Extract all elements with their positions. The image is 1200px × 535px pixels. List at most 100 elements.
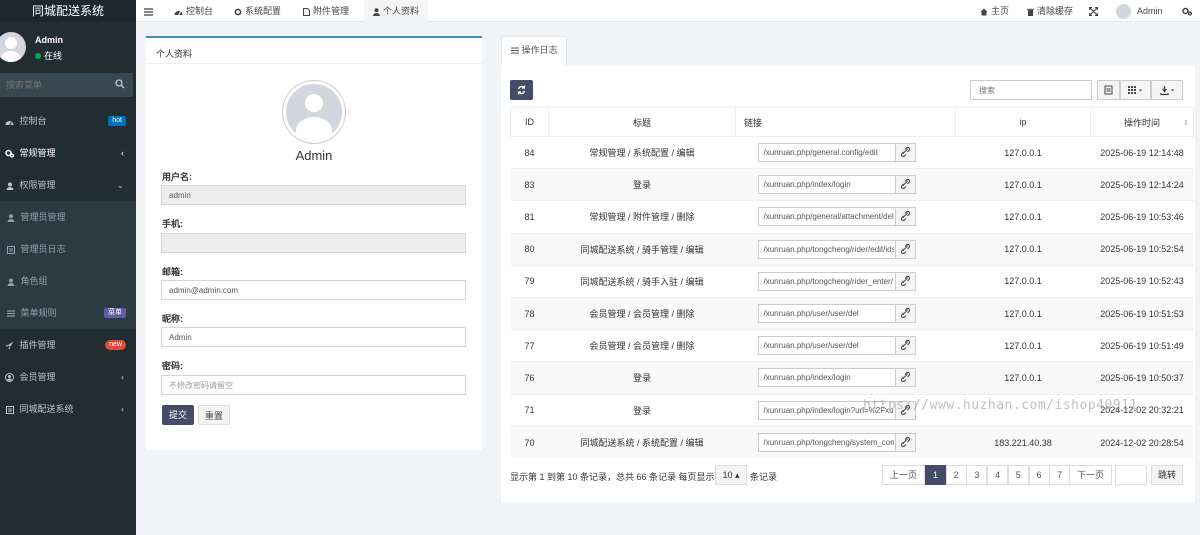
profile-avatar[interactable] (283, 81, 345, 143)
table-row[interactable]: 84 常规管理 / 系统配置 / 编辑/xunruan.php/general.c… (510, 135, 1194, 169)
next-page-button[interactable]: 下一页 (1069, 465, 1112, 485)
open-link-button[interactable] (894, 175, 916, 195)
page-2-button[interactable]: 2 (945, 465, 967, 485)
page-3-button[interactable]: 3 (966, 465, 988, 485)
username-field[interactable] (161, 185, 466, 205)
page-6-button[interactable]: 6 (1028, 465, 1050, 485)
table-row[interactable]: 77 会员管理 / 会员管理 / 删除/xunruan.php/user/user… (510, 329, 1194, 362)
page-1-button[interactable]: 1 (925, 465, 946, 485)
user-menu[interactable]: Admin (1116, 0, 1163, 22)
table-row[interactable]: 76 登录/xunruan.php/index/login 127.0.0.1 202… (510, 361, 1194, 394)
prev-page-button[interactable]: 上一页 (882, 465, 925, 485)
column-header-url[interactable]: 链接 (735, 107, 956, 137)
sidebar-item-auth[interactable]: 权限管理 ⌄ (0, 169, 136, 201)
tab-system-config[interactable]: 系统配置 (234, 0, 281, 22)
column-header-ip[interactable]: ip (955, 107, 1091, 137)
app-logo-title[interactable]: 同城配送系统 (0, 0, 136, 22)
settings-button[interactable] (1182, 0, 1192, 22)
sidebar-item-rule[interactable]: 菜单规则 菜单 (0, 297, 136, 329)
sidebar-toggle-button[interactable] (144, 0, 160, 22)
columns-button[interactable] (1120, 80, 1151, 100)
export-button[interactable] (1151, 80, 1183, 100)
user-icon (5, 201, 16, 233)
sort-icon[interactable]: ⇕ (1183, 119, 1189, 127)
page-4-button[interactable]: 4 (987, 465, 1009, 485)
open-link-button[interactable] (894, 336, 916, 356)
open-link-button[interactable] (894, 143, 916, 163)
table-row[interactable]: 78 会员管理 / 会员管理 / 删除/xunruan.php/user/user… (510, 296, 1194, 330)
tab-attachment[interactable]: 附件管理 (303, 0, 349, 22)
open-link-button[interactable] (894, 207, 916, 227)
cell-ip[interactable]: 127.0.0.1 (955, 168, 1091, 201)
table-row[interactable]: 70 同城配送系统 / 系统配置 / 编辑/xunruan.php/tongche… (510, 425, 1194, 459)
email-field[interactable] (161, 280, 466, 300)
cell-id: 80 (510, 232, 549, 266)
tab-operation-log[interactable]: 操作日志 (501, 36, 567, 65)
file-icon (303, 6, 310, 16)
mobile-field[interactable] (161, 233, 466, 253)
url-field[interactable]: /xunruan.php/tongcheng/system_con (757, 433, 916, 453)
password-field[interactable] (161, 375, 466, 395)
table-row[interactable]: 83 登录/xunruan.php/index/login 127.0.0.1 202… (510, 168, 1194, 201)
cell-ip[interactable]: 127.0.0.1 (955, 135, 1091, 169)
jump-page-input[interactable] (1115, 465, 1147, 485)
table-row[interactable]: 80 同城配送系统 / 骑手管理 / 编辑/xunruan.php/tongche… (510, 232, 1194, 266)
cell-ip[interactable]: 183.221.40.38 (955, 425, 1091, 459)
log-search-input[interactable] (970, 80, 1092, 100)
cell-ip[interactable]: 127.0.0.1 (955, 200, 1091, 234)
cell-ip[interactable]: 127.0.0.1 (955, 232, 1091, 266)
page-size-select[interactable]: 10 ▴ (715, 465, 747, 485)
cell-title: 登录 (548, 168, 736, 201)
home-link[interactable]: 主页 (980, 0, 1009, 22)
cell-url: /xunruan.php/tongcheng/system_con (735, 425, 956, 459)
sidebar-item-member[interactable]: 会员管理 ‹ (0, 361, 136, 393)
column-header-id[interactable]: ID (510, 107, 549, 137)
sidebar-item-group[interactable]: 角色组 (0, 265, 136, 297)
jump-button[interactable]: 跳转 (1151, 465, 1183, 485)
clear-cache-button[interactable]: 清除缓存 (1027, 0, 1073, 22)
page-7-button[interactable]: 7 (1049, 465, 1071, 485)
cog-icon (234, 6, 242, 16)
link-icon (900, 308, 910, 319)
sidebar-item-dashboard[interactable]: 控制台 hot (0, 105, 136, 137)
url-text: /xunruan.php/general/attachment/del (763, 212, 894, 222)
table-row[interactable]: 81 常规管理 / 附件管理 / 删除/xunruan.php/general/a… (510, 200, 1194, 234)
url-field[interactable]: /xunruan.php/index/login (757, 175, 916, 195)
sidebar-item-general[interactable]: 常规管理 ‹ (0, 137, 136, 169)
table-row[interactable]: 79 同城配送系统 / 骑手入驻 / 编辑/xunruan.php/tongche… (510, 264, 1194, 298)
refresh-button[interactable] (510, 80, 533, 100)
url-field[interactable]: /xunruan.php/user/user/del (757, 304, 916, 324)
cell-ip[interactable]: 127.0.0.1 (955, 296, 1091, 330)
url-field[interactable]: /xunruan.php/general/attachment/del (757, 207, 916, 227)
url-field[interactable]: /xunruan.php/tongcheng/rider_enter/ (757, 271, 916, 291)
url-field[interactable]: /xunruan.php/user/user/del (757, 336, 916, 356)
cell-ip[interactable]: 127.0.0.1 (955, 329, 1091, 362)
column-header-title[interactable]: 标题 (548, 107, 736, 137)
open-link-button[interactable] (894, 368, 916, 388)
sidebar-item-adminlog[interactable]: 管理员日志 (0, 233, 136, 265)
reset-button[interactable]: 重置 (198, 405, 230, 425)
url-field[interactable]: /xunruan.php/tongcheng/rider/edit/ids (757, 239, 916, 259)
sidebar-item-tongcheng[interactable]: 同城配送系统 ‹ (0, 393, 136, 425)
url-field[interactable]: /xunruan.php/index/login (757, 368, 916, 388)
sidebar-item-addon[interactable]: 插件管理 new (0, 329, 136, 361)
toggle-view-button[interactable] (1097, 80, 1120, 100)
list-alt-icon (1104, 85, 1113, 95)
page-5-button[interactable]: 5 (1007, 465, 1029, 485)
url-field[interactable]: /xunruan.php/general.config/edit (757, 143, 916, 163)
column-header-time[interactable]: 操作时间 ⇕ (1090, 107, 1194, 137)
open-link-button[interactable] (894, 239, 916, 259)
open-link-button[interactable] (894, 433, 916, 453)
tab-dashboard[interactable]: 控制台 (174, 0, 213, 22)
cell-ip[interactable]: 127.0.0.1 (955, 264, 1091, 298)
submit-button[interactable]: 提交 (162, 405, 194, 425)
open-link-button[interactable] (894, 271, 916, 291)
search-icon[interactable] (115, 79, 125, 89)
fullscreen-button[interactable] (1089, 0, 1098, 22)
sidebar-search-input[interactable] (0, 73, 110, 97)
sidebar-item-admin[interactable]: 管理员管理 (0, 201, 136, 233)
cell-ip[interactable]: 127.0.0.1 (955, 361, 1091, 394)
open-link-button[interactable] (894, 304, 916, 324)
tab-profile[interactable]: 个人资料 (364, 0, 428, 22)
nickname-field[interactable] (161, 327, 466, 347)
